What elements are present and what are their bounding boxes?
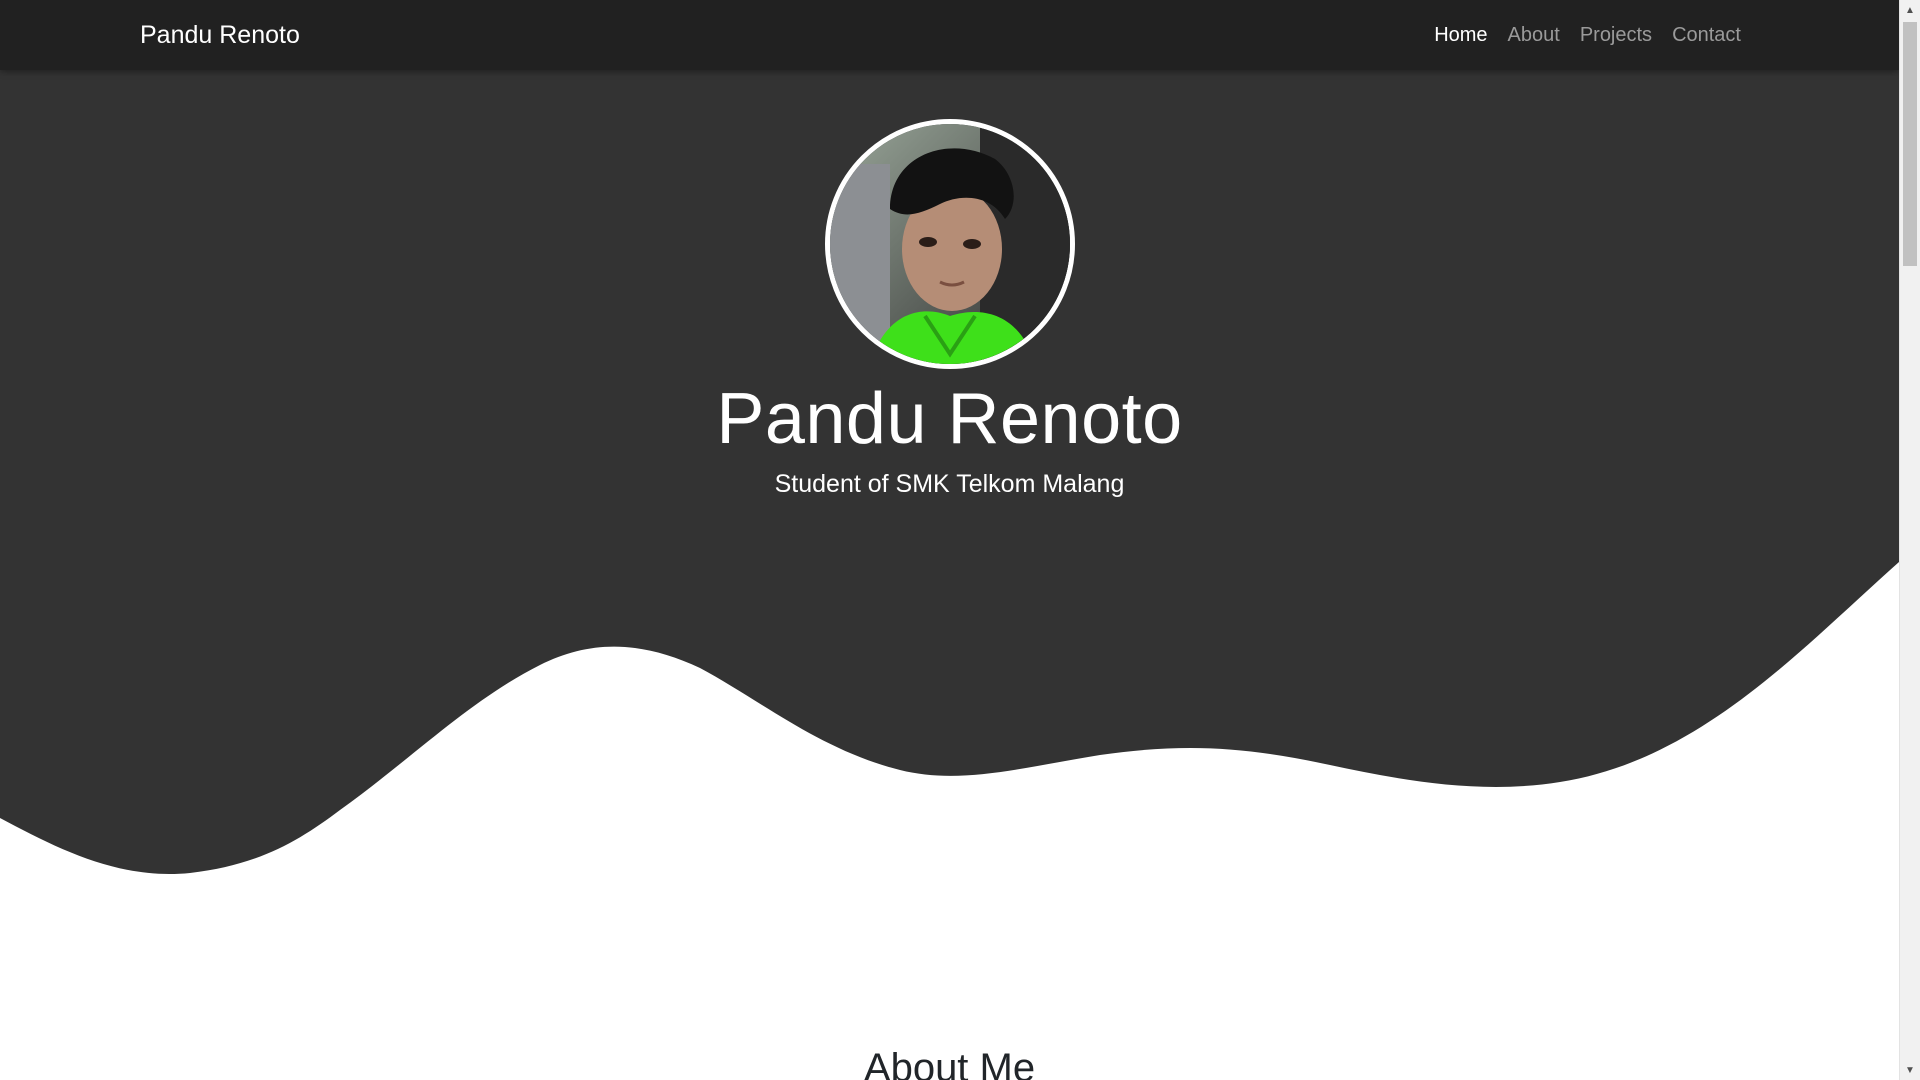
- hero-section: Pandu Renoto Student of SMK Telkom Malan…: [0, 0, 1899, 900]
- navbar: Pandu Renoto Home About Projects Contact: [0, 0, 1899, 70]
- page: Pandu Renoto Student of SMK Telkom Malan…: [0, 0, 1920, 1080]
- hero-title: Pandu Renoto: [716, 379, 1183, 459]
- navbar-brand[interactable]: Pandu Renoto: [140, 0, 300, 70]
- scroll-up-icon[interactable]: ▲: [1900, 0, 1920, 20]
- vertical-scrollbar[interactable]: ▲ ▼: [1899, 0, 1920, 1080]
- nav-link-contact[interactable]: Contact: [1662, 0, 1751, 70]
- nav-link-projects[interactable]: Projects: [1570, 0, 1662, 70]
- scrollbar-thumb[interactable]: [1903, 22, 1917, 266]
- scroll-down-icon[interactable]: ▼: [1900, 1060, 1920, 1080]
- nav-link-home[interactable]: Home: [1424, 0, 1497, 70]
- browser-viewport: Pandu Renoto Student of SMK Telkom Malan…: [0, 0, 1899, 1080]
- hero-subtitle: Student of SMK Telkom Malang: [774, 470, 1125, 498]
- avatar: [825, 119, 1075, 369]
- nav-links: Home About Projects Contact: [1424, 0, 1751, 70]
- nav-link-about[interactable]: About: [1498, 0, 1570, 70]
- about-heading: About Me: [863, 1046, 1036, 1080]
- profile-photo-icon: [830, 124, 1070, 364]
